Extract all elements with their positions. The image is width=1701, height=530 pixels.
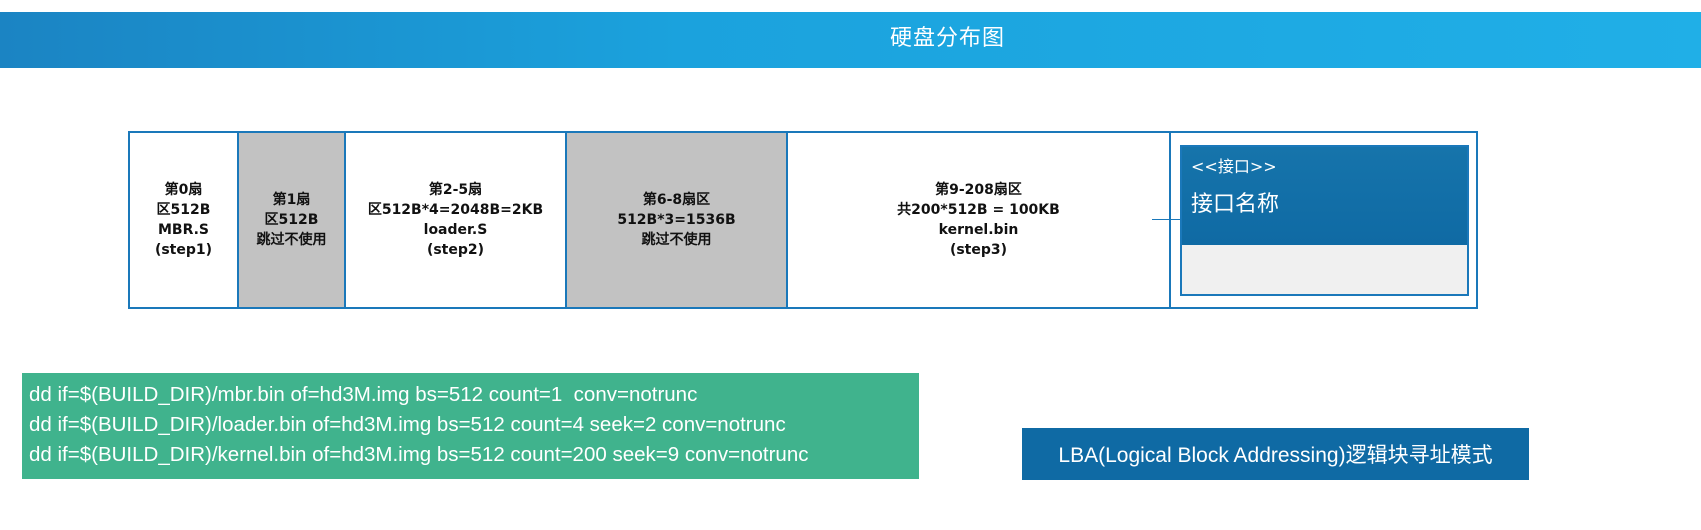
disk-segment-sectors-6-8: 第6-8扇区 512B*3=1536B 跳过不使用	[567, 133, 788, 307]
dd-command-loader: dd if=$(BUILD_DIR)/loader.bin of=hd3M.im…	[29, 413, 786, 436]
interface-name: 接口名称	[1191, 192, 1280, 217]
dd-command-box: dd if=$(BUILD_DIR)/mbr.bin of=hd3M.img b…	[22, 373, 919, 479]
interface-card: <<接口>> 接口名称	[1180, 145, 1469, 296]
lba-mode-label: LBA(Logical Block Addressing)逻辑块寻址模式	[1022, 428, 1529, 480]
dd-command-mbr: dd if=$(BUILD_DIR)/mbr.bin of=hd3M.img b…	[29, 383, 698, 406]
disk-segment-sectors-2-5: 第2-5扇 区512B*4=2048B=2KB loader.S (step2)	[346, 133, 567, 307]
disk-segment-sector-1: 第1扇 区512B 跳过不使用	[239, 133, 346, 307]
disk-segment-sector-0: 第0扇 区512B MBR.S (step1)	[130, 133, 239, 307]
diagram-page: 硬盘分布图 第0扇 区512B MBR.S (step1) 第1扇 区512B …	[0, 0, 1701, 530]
page-title: 硬盘分布图	[890, 26, 1006, 51]
interface-connector-line	[1152, 219, 1180, 220]
disk-segment-sectors-9-208: 第9-208扇区 共200*512B = 100KB kernel.bin (s…	[788, 133, 1171, 307]
interface-stereotype: <<接口>>	[1191, 157, 1277, 176]
interface-card-header: <<接口>> 接口名称	[1182, 147, 1467, 245]
title-bar	[0, 12, 1701, 68]
dd-command-kernel: dd if=$(BUILD_DIR)/kernel.bin of=hd3M.im…	[29, 443, 809, 466]
